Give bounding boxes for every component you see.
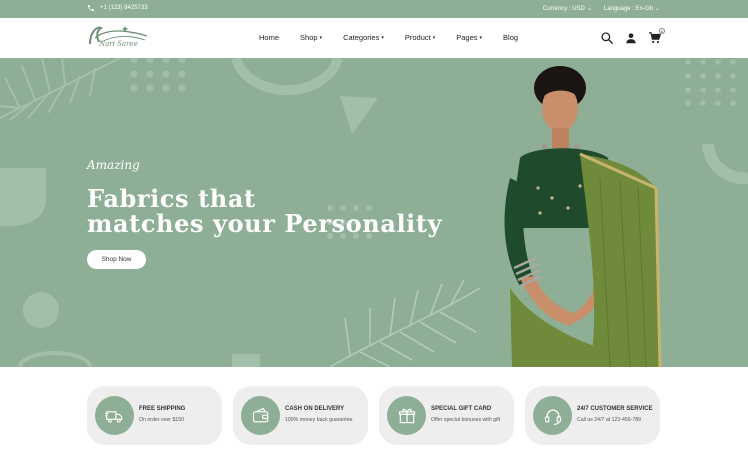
nav-item-product[interactable]: Product ▾ — [405, 33, 435, 42]
site-logo[interactable]: Nari Saree — [87, 24, 149, 54]
nav-label: Product — [404, 33, 431, 42]
hero-headline: Fabrics that matches your Personality — [87, 186, 442, 236]
feature-card-shipping: FREE SHIPPING On order over $150 — [87, 386, 222, 445]
feature-subtitle: On order over $150 — [139, 417, 184, 423]
phone-icon — [88, 5, 94, 11]
language-label: Language : En-Gb — [603, 6, 653, 12]
main-header: Nari Saree Home Shop ▾ Categories ▾ Produc… — [0, 18, 748, 58]
nav-item-home[interactable]: Home — [259, 33, 279, 42]
shop-now-button[interactable]: Shop Now — [87, 250, 146, 269]
user-icon[interactable] — [624, 31, 638, 45]
phone-contact[interactable]: +1 (123) 8425733 — [87, 4, 148, 12]
nav-item-pages[interactable]: Pages ▾ — [456, 33, 482, 42]
feature-card-gift: SPECIAL GIFT CARD Offer special bonuses … — [379, 386, 514, 445]
chevron-down-icon: ▾ — [479, 34, 483, 41]
feature-title: 24/7 CUSTOMER SERVICE — [577, 406, 653, 412]
feature-title: CASH ON DELIVERY — [285, 406, 345, 412]
main-nav: Home Shop ▾ Categories ▾ Product ▾ Pages ▾ B… — [259, 33, 539, 42]
chevron-down-icon: ⌄ — [654, 6, 660, 12]
nav-item-categories[interactable]: Categories ▾ — [343, 33, 384, 42]
hero-model-image — [504, 66, 662, 367]
nav-label: Blog — [503, 33, 519, 42]
headset-icon — [533, 396, 572, 435]
chevron-down-icon: ▾ — [432, 34, 436, 41]
currency-label: Currency : USD — [542, 6, 585, 12]
chevron-down-icon: ▾ — [381, 34, 384, 41]
chevron-down-icon: ⌄ — [586, 6, 592, 12]
feature-subtitle: Offer special bonuses with gift — [431, 417, 501, 423]
gift-icon — [387, 396, 426, 435]
nav-label: Categories — [343, 33, 380, 42]
search-icon[interactable] — [600, 31, 614, 45]
nav-label: Home — [259, 33, 280, 42]
cart-count-badge: 0 — [659, 28, 665, 34]
logo-text: Nari Saree — [99, 40, 138, 48]
nav-item-shop[interactable]: Shop ▾ — [300, 33, 322, 42]
feature-card-cod: CASH ON DELIVERY 100% money back guarant… — [233, 386, 368, 445]
hero-headline-line1: Fabrics that — [87, 184, 256, 213]
truck-icon — [95, 396, 134, 435]
wallet-icon — [241, 396, 280, 435]
phone-number: +1 (123) 8425733 — [100, 5, 148, 11]
hero-eyebrow: Amazing — [87, 158, 140, 172]
chevron-down-icon: ▾ — [319, 34, 323, 41]
feature-card-support: 24/7 CUSTOMER SERVICE Call us 24/7 at 12… — [525, 386, 660, 445]
nav-label: Pages — [456, 33, 478, 42]
feature-title: FREE SHIPPING — [139, 406, 186, 412]
feature-title: SPECIAL GIFT CARD — [431, 406, 492, 412]
nav-item-blog[interactable]: Blog — [503, 33, 518, 42]
currency-selector[interactable]: Currency : USD ⌄ — [543, 5, 592, 12]
nav-label: Shop — [300, 33, 318, 42]
top-bar: +1 (123) 8425733 Currency : USD ⌄ Languag… — [0, 0, 748, 18]
feature-subtitle: Call us 24/7 at 123-456-789 — [577, 417, 642, 423]
language-selector[interactable]: Language : En-Gb ⌄ — [604, 5, 660, 12]
cart-icon[interactable]: 0 — [648, 28, 665, 45]
hero-banner: Amazing Fabrics that matches your Person… — [0, 58, 748, 367]
hero-headline-line2: matches your Personality — [87, 209, 443, 238]
features-strip: FREE SHIPPING On order over $150 CASH ON… — [0, 367, 748, 465]
feature-subtitle: 100% money back guarantee — [285, 417, 353, 423]
